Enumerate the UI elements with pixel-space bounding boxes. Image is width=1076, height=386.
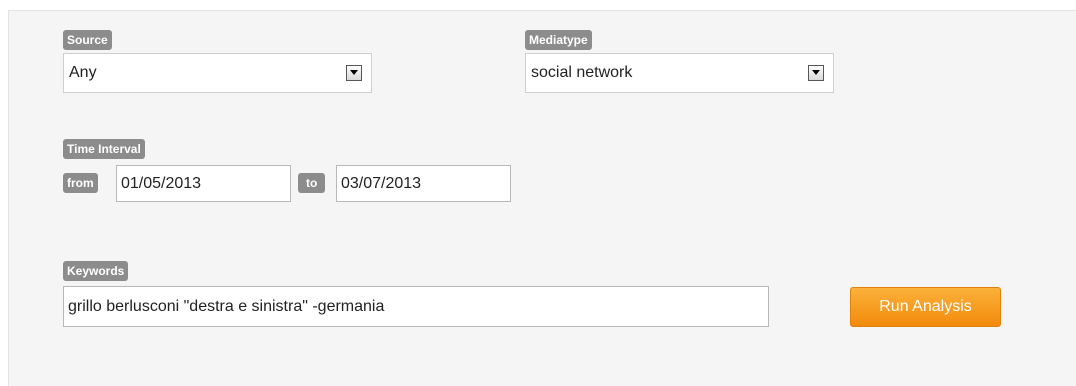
from-label: from — [63, 173, 98, 193]
time-interval-label: Time Interval — [63, 139, 145, 159]
source-selected-value: Any — [69, 64, 97, 81]
mediatype-label: Mediatype — [525, 30, 592, 50]
source-label: Source — [63, 30, 112, 50]
run-analysis-button[interactable]: Run Analysis — [850, 287, 1001, 327]
mediatype-selected-value: social network — [531, 64, 633, 81]
dropdown-arrow-icon[interactable] — [808, 65, 824, 81]
keywords-label: Keywords — [63, 261, 129, 281]
dropdown-arrow-icon[interactable] — [346, 65, 362, 81]
mediatype-select[interactable]: social network — [525, 53, 834, 93]
to-date-input[interactable]: 03/07/2013 — [336, 165, 511, 202]
source-select[interactable]: Any — [63, 53, 372, 93]
to-label: to — [298, 173, 326, 193]
keywords-input[interactable]: grillo berlusconi "destra e sinistra" -g… — [63, 286, 769, 327]
from-date-input[interactable]: 01/05/2013 — [116, 165, 291, 202]
